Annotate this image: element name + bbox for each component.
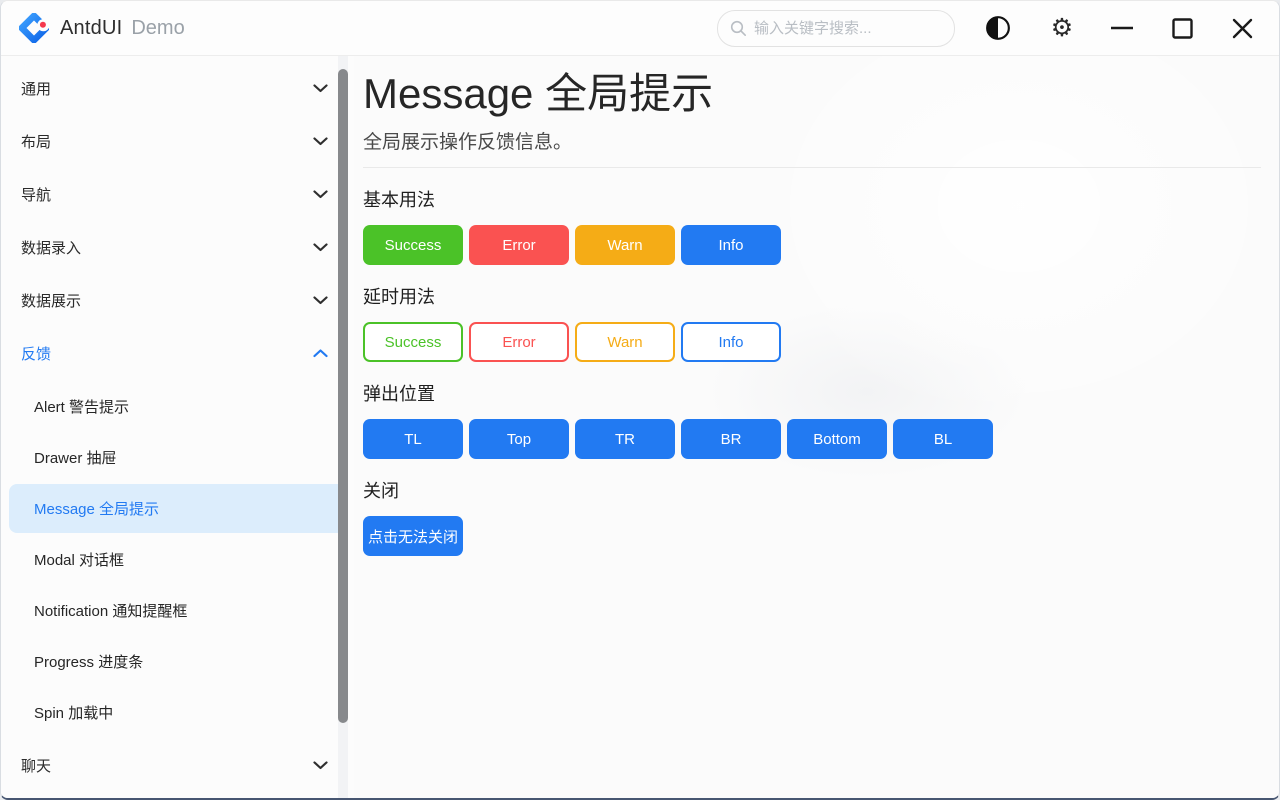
sidebar-item-chat[interactable]: 聊天 xyxy=(1,739,354,792)
sidebar-item-label: 数据展示 xyxy=(21,290,81,311)
message-error-button[interactable]: Error xyxy=(469,225,569,265)
sidebar-item-drawer[interactable]: Drawer 抽屉 xyxy=(9,433,346,482)
chevron-down-icon xyxy=(313,761,328,770)
section-heading-close: 关闭 xyxy=(363,479,1261,503)
section-heading-delay: 延时用法 xyxy=(363,285,1261,309)
sidebar-item-label: 布局 xyxy=(21,131,51,152)
sidebar-subitem-label: Spin 加载中 xyxy=(34,702,113,723)
position-top-button[interactable]: Top xyxy=(469,419,569,459)
app-window: AntdUI Demo ⚙ xyxy=(0,0,1280,800)
position-tr-button[interactable]: TR xyxy=(575,419,675,459)
delay-success-button[interactable]: Success xyxy=(363,322,463,362)
sidebar-scrollbar[interactable] xyxy=(338,56,348,798)
close-button[interactable] xyxy=(1219,9,1265,47)
app-subtitle: Demo xyxy=(131,17,184,40)
settings-button[interactable]: ⚙ xyxy=(1039,9,1085,47)
section-heading-basic: 基本用法 xyxy=(363,188,1261,212)
message-info-button[interactable]: Info xyxy=(681,225,781,265)
position-buttons: TL Top TR BR Bottom BL xyxy=(363,419,1261,459)
sidebar-item-progress[interactable]: Progress 进度条 xyxy=(9,637,346,686)
chevron-up-icon xyxy=(313,349,328,358)
main-content: Message 全局提示 全局展示操作反馈信息。 基本用法 Success Er… xyxy=(363,56,1279,798)
sidebar-item-general[interactable]: 通用 xyxy=(1,62,354,115)
app-logo-icon xyxy=(19,13,49,43)
search-icon xyxy=(730,20,747,37)
chevron-down-icon xyxy=(313,296,328,305)
position-bottom-button[interactable]: Bottom xyxy=(787,419,887,459)
sidebar-item-navigation[interactable]: 导航 xyxy=(1,168,354,221)
sidebar-item-label: 聊天 xyxy=(21,755,51,776)
titlebar-controls: ⚙ xyxy=(717,9,1265,47)
cannot-close-button[interactable]: 点击无法关闭 xyxy=(363,516,463,556)
page-subtitle: 全局展示操作反馈信息。 xyxy=(363,131,1261,155)
sidebar-subitem-label: Notification 通知提醒框 xyxy=(34,600,187,621)
sidebar-item-data-entry[interactable]: 数据录入 xyxy=(1,221,354,274)
sidebar-subitem-label: Progress 进度条 xyxy=(34,651,143,672)
close-buttons: 点击无法关闭 xyxy=(363,516,1261,556)
sidebar-subitem-label: Message 全局提示 xyxy=(34,498,159,519)
sidebar-item-label: 导航 xyxy=(21,184,51,205)
titlebar: AntdUI Demo ⚙ xyxy=(1,1,1279,56)
minimize-button[interactable] xyxy=(1099,9,1145,47)
app-title: AntdUI xyxy=(60,17,122,40)
sidebar-item-label: 数据录入 xyxy=(21,237,81,258)
delay-info-button[interactable]: Info xyxy=(681,322,781,362)
sidebar-item-spin[interactable]: Spin 加载中 xyxy=(9,688,346,737)
scrollbar-thumb[interactable] xyxy=(338,69,348,723)
message-warn-button[interactable]: Warn xyxy=(575,225,675,265)
search-input[interactable] xyxy=(754,20,942,37)
position-tl-button[interactable]: TL xyxy=(363,419,463,459)
message-success-button[interactable]: Success xyxy=(363,225,463,265)
sidebar-subitem-label: Modal 对话框 xyxy=(34,549,124,570)
page-title: Message 全局提示 xyxy=(363,69,1261,119)
sidebar-item-data-display[interactable]: 数据展示 xyxy=(1,274,354,327)
chevron-down-icon xyxy=(313,190,328,199)
divider xyxy=(363,167,1261,168)
sidebar-subitem-label: Drawer 抽屉 xyxy=(34,447,117,468)
chevron-down-icon xyxy=(313,84,328,93)
section-heading-position: 弹出位置 xyxy=(363,382,1261,406)
position-br-button[interactable]: BR xyxy=(681,419,781,459)
sidebar-item-feedback[interactable]: 反馈 xyxy=(1,327,354,380)
delay-warn-button[interactable]: Warn xyxy=(575,322,675,362)
sidebar-item-alert[interactable]: Alert 警告提示 xyxy=(9,382,346,431)
theme-toggle-button[interactable] xyxy=(975,9,1021,47)
sidebar-item-notification[interactable]: Notification 通知提醒框 xyxy=(9,586,346,635)
sidebar-item-layout[interactable]: 布局 xyxy=(1,115,354,168)
maximize-button[interactable] xyxy=(1159,9,1205,47)
sidebar-item-label: 反馈 xyxy=(21,343,51,364)
chevron-down-icon xyxy=(313,243,328,252)
sidebar: 通用 布局 导航 数据录入 数据展示 xyxy=(1,56,354,798)
brand: AntdUI Demo xyxy=(19,13,185,43)
sidebar-item-modal[interactable]: Modal 对话框 xyxy=(9,535,346,584)
sidebar-item-label: 通用 xyxy=(21,78,51,99)
position-bl-button[interactable]: BL xyxy=(893,419,993,459)
sidebar-item-message[interactable]: Message 全局提示 xyxy=(9,484,346,533)
delay-error-button[interactable]: Error xyxy=(469,322,569,362)
basic-usage-buttons: Success Error Warn Info xyxy=(363,225,1261,265)
sidebar-subitem-label: Alert 警告提示 xyxy=(34,396,129,417)
search-box[interactable] xyxy=(717,10,955,47)
chevron-down-icon xyxy=(313,137,328,146)
delay-usage-buttons: Success Error Warn Info xyxy=(363,322,1261,362)
